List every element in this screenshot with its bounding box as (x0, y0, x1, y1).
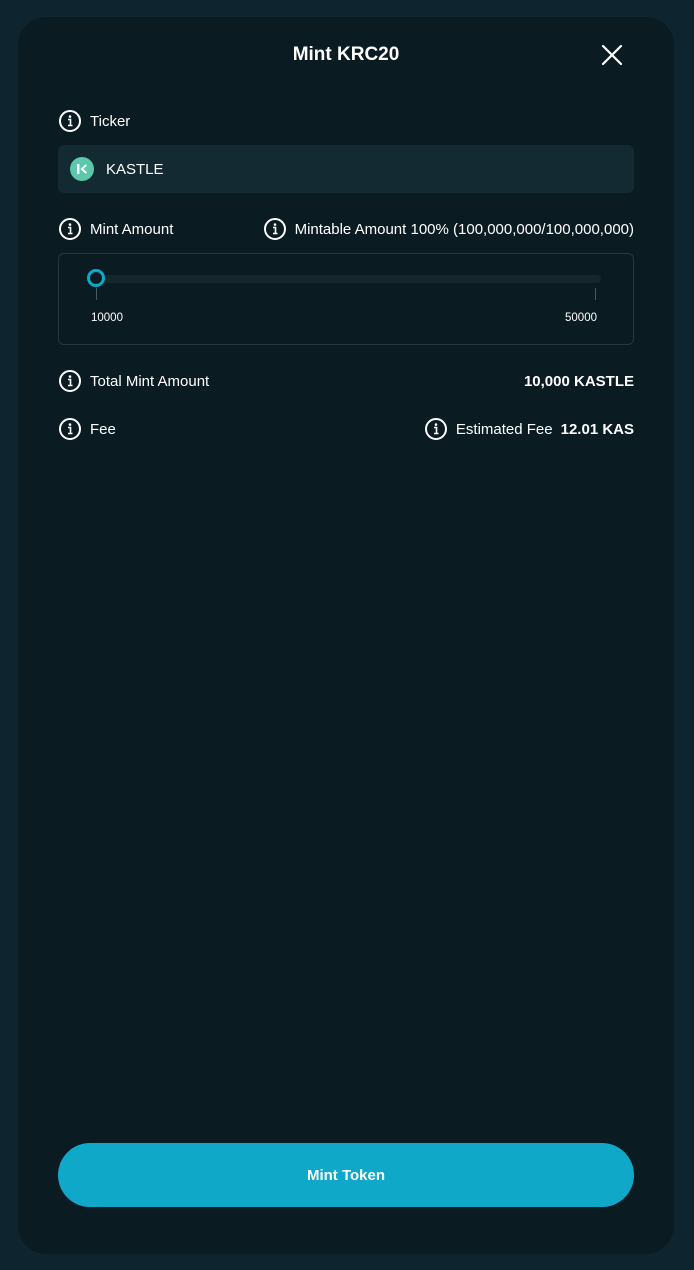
mint-token-button[interactable]: Mint Token (58, 1143, 634, 1207)
info-icon[interactable] (58, 417, 82, 441)
mint-amount-label-row: Mint Amount (58, 216, 173, 242)
total-mint-label: Total Mint Amount (90, 372, 210, 390)
info-icon[interactable] (58, 109, 82, 133)
mintable-amount-row: Mintable Amount 100% (100,000,000/100,00… (263, 216, 634, 242)
slider-track[interactable] (89, 275, 601, 283)
slider-thumb[interactable] (87, 269, 105, 287)
fee-label-row: Fee (58, 416, 116, 442)
slider-min-tick (96, 288, 97, 300)
modal-title: Mint KRC20 (292, 44, 400, 65)
slider-max-tick (595, 288, 596, 300)
mint-amount-label: Mint Amount (90, 220, 174, 238)
close-button[interactable] (598, 41, 626, 69)
info-icon[interactable] (263, 217, 287, 241)
total-mint-label-row: Total Mint Amount (58, 368, 209, 394)
info-icon[interactable] (58, 217, 82, 241)
info-icon[interactable] (58, 369, 82, 393)
mintable-amount-text: Mintable Amount 100% (100,000,000/100,00… (294, 220, 634, 238)
info-icon[interactable] (424, 417, 448, 441)
estimated-fee-label: Estimated Fee (455, 420, 553, 438)
kastle-logo-icon (70, 157, 94, 181)
estimated-fee-value: 12.01 KAS (560, 420, 634, 438)
total-mint-value: 10,000 KASTLE (523, 372, 634, 390)
close-icon (601, 44, 623, 66)
mint-krc20-modal: Mint KRC20 Ticker KASTLE Mint Amount Min… (18, 17, 674, 1254)
estimated-fee-row: Estimated Fee 12.01 KAS (424, 416, 634, 442)
ticker-label: Ticker (90, 112, 131, 130)
slider-min-label: 10000 (91, 312, 123, 324)
ticker-field[interactable]: KASTLE (58, 145, 634, 193)
ticker-label-row: Ticker (58, 108, 130, 134)
ticker-value: KASTLE (106, 160, 164, 178)
fee-label: Fee (90, 420, 116, 438)
mint-amount-slider-box: 10000 50000 (58, 253, 634, 345)
slider-max-label: 50000 (565, 312, 597, 324)
